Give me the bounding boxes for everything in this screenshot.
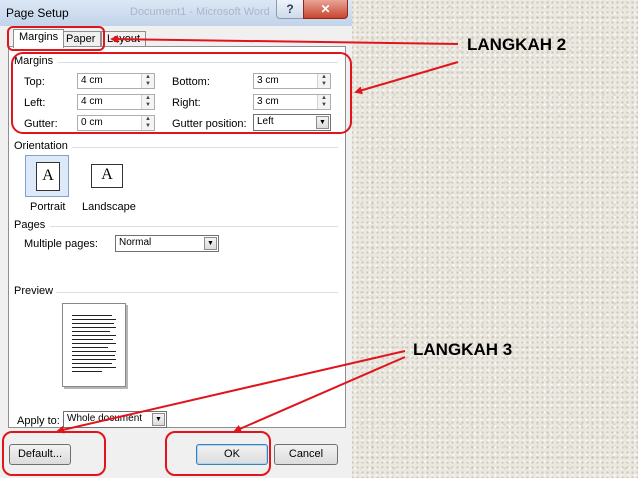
tab-margins[interactable]: Margins [13, 29, 65, 48]
annotation-arrows [56, 35, 459, 434]
arrow-step3-to-ok [233, 356, 406, 433]
annotation-step-2: LANGKAH 2 [467, 35, 567, 54]
arrow-step2-to-margins [354, 61, 459, 95]
annotation-step-3: LANGKAH 3 [413, 340, 513, 359]
arrow-step2-to-tabs [110, 35, 459, 45]
arrow-step3-to-default [56, 350, 406, 434]
